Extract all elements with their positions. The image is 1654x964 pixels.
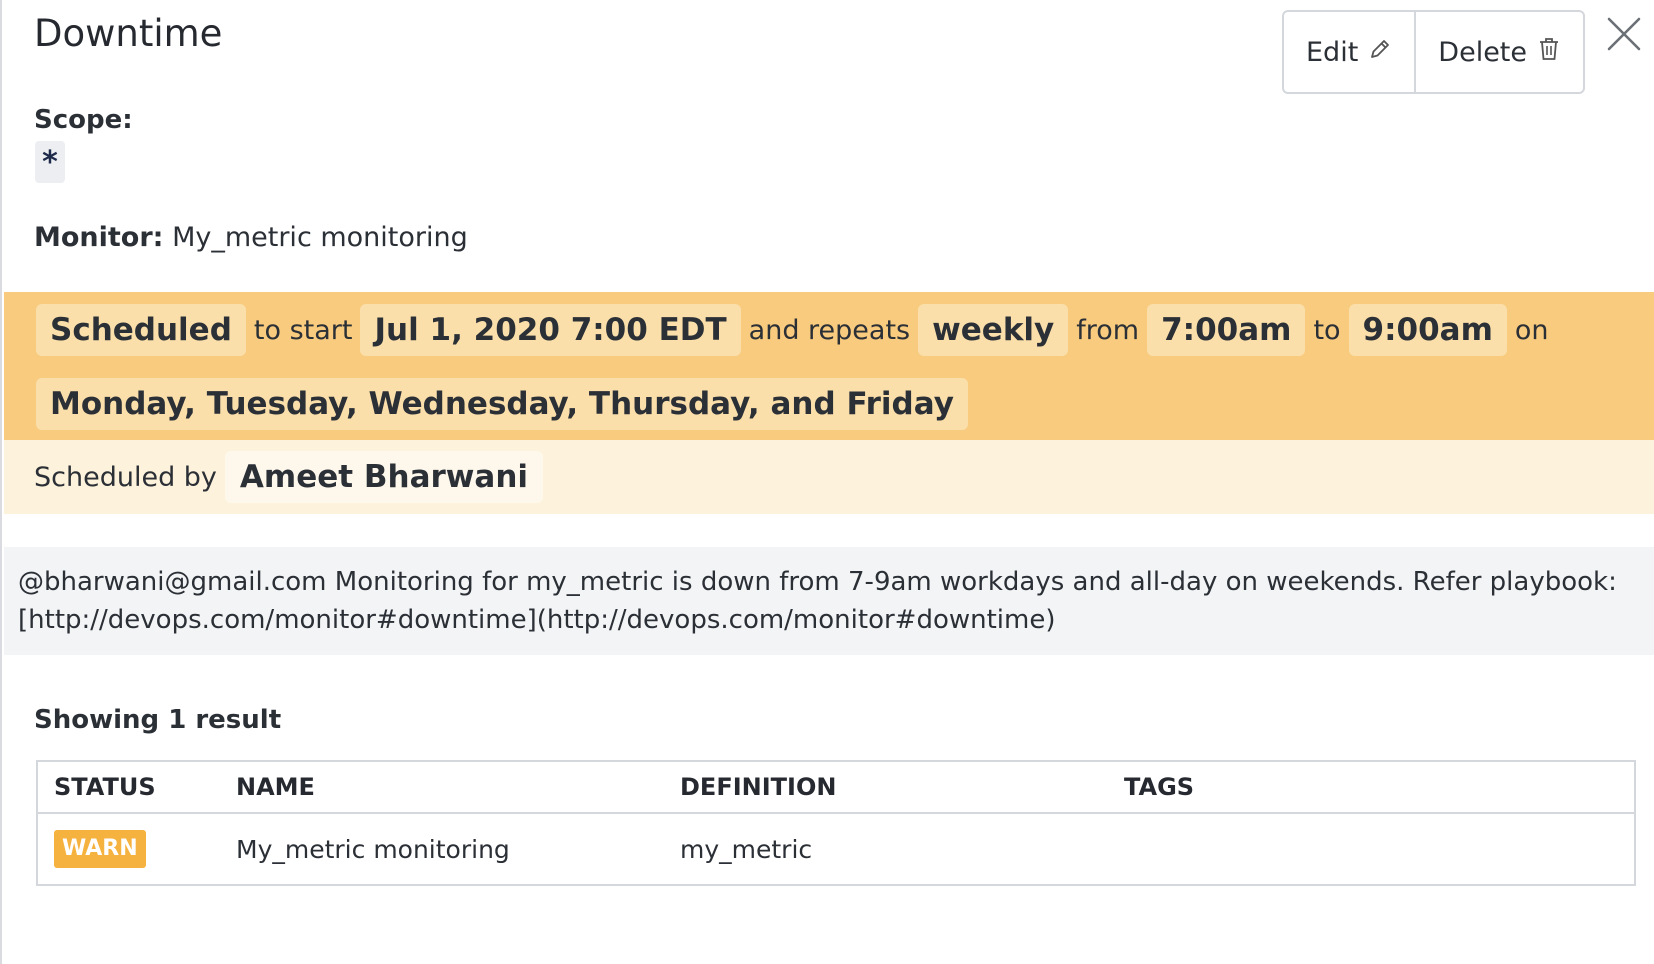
pencil-icon bbox=[1368, 36, 1392, 69]
message-line-1: @bharwani@gmail.com Monitoring for my_me… bbox=[18, 567, 1617, 597]
message-line-2: [http://devops.com/monitor#downtime](htt… bbox=[18, 605, 1056, 635]
close-icon[interactable] bbox=[1606, 16, 1642, 52]
from-text: from bbox=[1076, 314, 1140, 346]
repeats-text: and repeats bbox=[748, 314, 911, 346]
scope-value: * bbox=[35, 141, 65, 183]
action-button-group: Edit Delete bbox=[1282, 10, 1586, 94]
name-cell[interactable]: My_metric monitoring bbox=[220, 813, 664, 885]
downtime-panel: Downtime Edit Delete Scope: * Monitor: M… bbox=[0, 0, 1654, 964]
start-date-chip: Jul 1, 2020 7:00 EDT bbox=[360, 304, 741, 356]
on-text: on bbox=[1514, 314, 1549, 346]
page-title: Downtime bbox=[34, 12, 223, 55]
schedule-row-2: Monday, Tuesday, Wednesday, Thursday, an… bbox=[36, 375, 1654, 433]
to-time-chip: 9:00am bbox=[1348, 304, 1507, 356]
column-header-status[interactable]: STATUS bbox=[37, 761, 220, 814]
results-table: STATUS NAME DEFINITION TAGS WARN My_metr… bbox=[36, 760, 1636, 886]
results-count: Showing 1 result bbox=[34, 705, 282, 735]
status-badge: WARN bbox=[54, 830, 146, 868]
status-cell: WARN bbox=[37, 813, 220, 885]
monitor-label: Monitor: bbox=[34, 222, 164, 253]
table-header-row: STATUS NAME DEFINITION TAGS bbox=[37, 761, 1635, 814]
schedule-banner: Scheduled to start Jul 1, 2020 7:00 EDT … bbox=[4, 292, 1654, 440]
monitor-name: My_metric monitoring bbox=[172, 222, 468, 253]
to-text: to bbox=[1313, 314, 1341, 346]
edit-button-label: Edit bbox=[1306, 36, 1359, 68]
downtime-message: @bharwani@gmail.com Monitoring for my_me… bbox=[4, 547, 1654, 655]
monitor-line: Monitor: My_metric monitoring bbox=[34, 222, 468, 253]
column-header-tags[interactable]: TAGS bbox=[1108, 761, 1635, 814]
tags-cell bbox=[1108, 813, 1635, 885]
column-header-name[interactable]: NAME bbox=[220, 761, 664, 814]
delete-button-label: Delete bbox=[1438, 36, 1528, 68]
edit-button[interactable]: Edit bbox=[1284, 12, 1414, 92]
frequency-chip: weekly bbox=[918, 304, 1069, 356]
scope-label: Scope: bbox=[34, 105, 133, 135]
schedule-row-1: Scheduled to start Jul 1, 2020 7:00 EDT … bbox=[36, 301, 1654, 359]
trash-icon bbox=[1537, 36, 1561, 69]
delete-button[interactable]: Delete bbox=[1414, 12, 1583, 92]
scheduled-by-bar: Scheduled by Ameet Bharwani bbox=[4, 440, 1654, 514]
days-chip: Monday, Tuesday, Wednesday, Thursday, an… bbox=[36, 378, 968, 430]
scheduled-by-label: Scheduled by bbox=[34, 461, 217, 493]
definition-cell: my_metric bbox=[680, 834, 813, 864]
from-time-chip: 7:00am bbox=[1147, 304, 1306, 356]
to-start-text: to start bbox=[253, 314, 353, 346]
scheduled-by-name: Ameet Bharwani bbox=[224, 451, 544, 503]
column-header-definition[interactable]: DEFINITION bbox=[664, 761, 1108, 814]
status-chip: Scheduled bbox=[36, 304, 246, 356]
table-row[interactable]: WARN My_metric monitoring my_metric bbox=[37, 813, 1635, 885]
